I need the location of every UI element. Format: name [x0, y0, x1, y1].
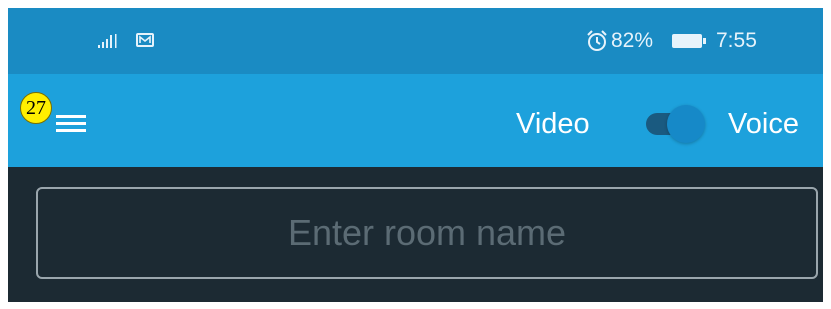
- app-screen: 82% 7:55 27 Video Voice: [8, 8, 823, 302]
- toggle-thumb[interactable]: [667, 105, 705, 143]
- status-bar: 82% 7:55: [8, 8, 823, 74]
- battery-icon: [672, 34, 706, 48]
- voice-label: Voice: [728, 108, 799, 140]
- signal-icon: [98, 34, 117, 48]
- hamburger-menu-icon[interactable]: [52, 109, 92, 139]
- message-icon: [136, 33, 154, 47]
- video-voice-toggle[interactable]: [640, 103, 712, 145]
- app-bar: 27 Video Voice: [8, 74, 823, 167]
- room-name-input[interactable]: [36, 187, 818, 279]
- status-time: 7:55: [716, 29, 757, 52]
- alarm-icon: [587, 30, 607, 51]
- annotation-badge: 27: [20, 92, 52, 124]
- battery-percentage: 82%: [611, 29, 654, 52]
- content-area: [8, 167, 823, 302]
- video-label: Video: [516, 108, 590, 140]
